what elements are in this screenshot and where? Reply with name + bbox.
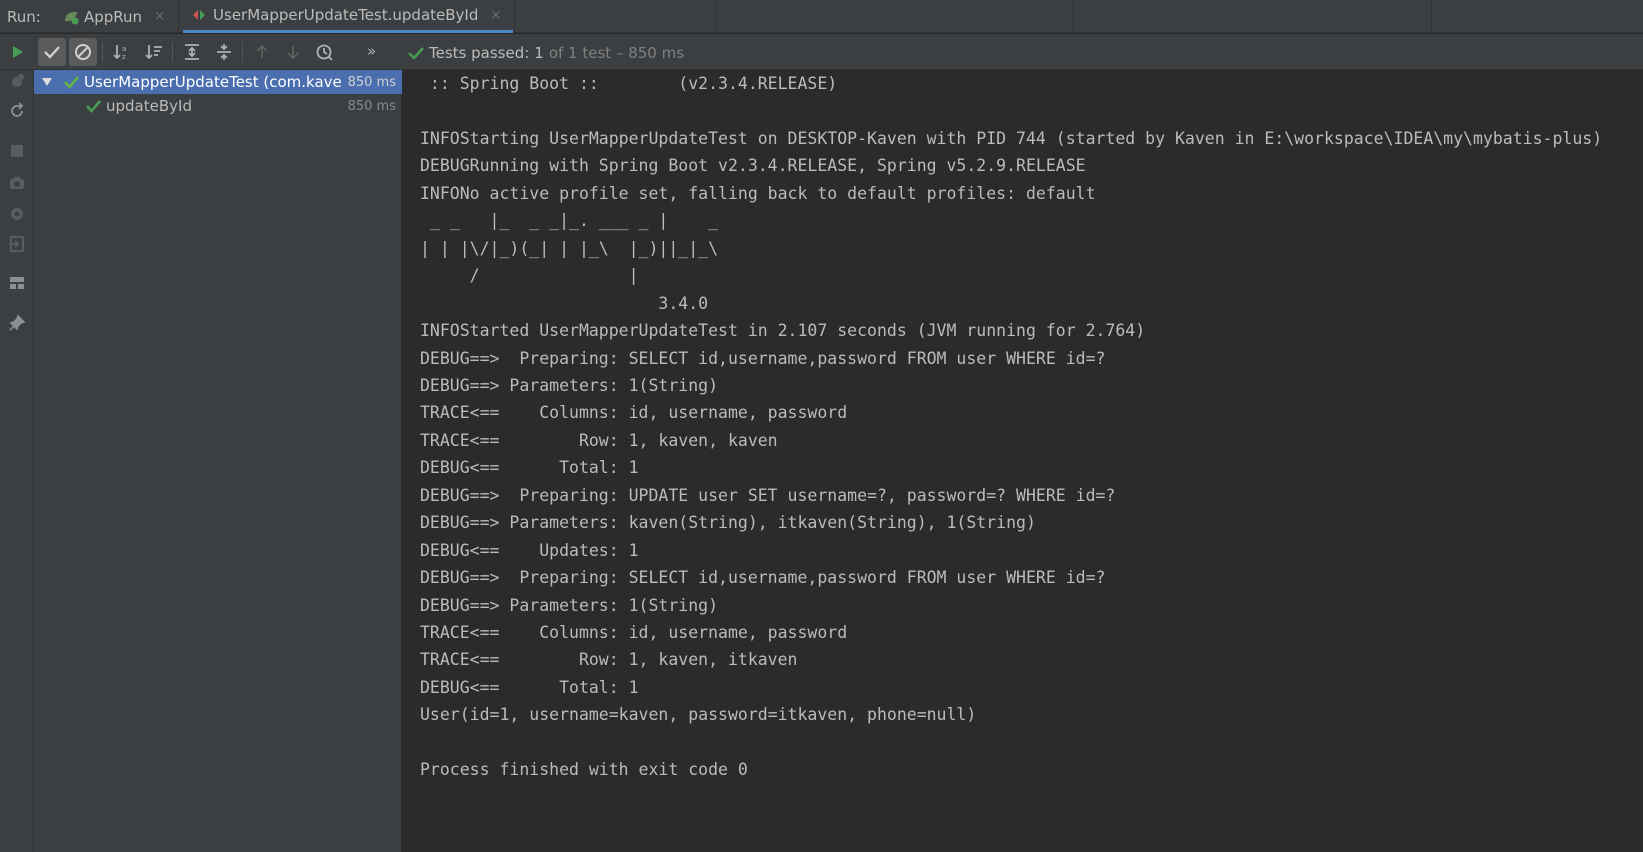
tab-apprun[interactable]: AppRun × [62,0,177,33]
console-line: DEBUG==> Preparing: UPDATE user SET user… [420,485,1116,505]
console-line: TRACE<== Columns: id, username, password [420,403,848,423]
previous-failed-button[interactable] [248,38,276,66]
tree-node-label: updateById [106,97,192,115]
console-line: INFOStarting UserMapperUpdateTest on DES… [420,128,1603,148]
console-line: Process finished with exit code 0 [420,760,748,780]
expand-all-button[interactable] [178,38,206,66]
status-passed-count: 1 [534,44,544,62]
console-line: / | [420,266,639,286]
clock-icon [316,44,333,61]
test-tree: UserMapperUpdateTest (com.kaver 850 ms u… [34,70,402,852]
console-line: DEBUG==> Parameters: kaven(String), itka… [420,513,1036,533]
console-line: DEBUG<== Total: 1 [420,458,639,478]
console-line: DEBUG<== Updates: 1 [420,540,639,560]
sort-by-duration-button[interactable] [140,38,168,66]
next-failed-button[interactable] [279,38,307,66]
close-icon[interactable]: × [154,9,165,24]
tree-node-updatebyid[interactable]: updateById 850 ms [34,94,402,118]
chevron-down-icon[interactable] [41,77,53,87]
expand-all-icon [185,44,199,60]
tab-usermapperupdatetest[interactable]: UserMapperUpdateTest.updateById × [183,0,513,33]
stop-icon[interactable] [8,142,26,160]
layout-icon[interactable] [8,274,26,292]
console-line: | | |\/|_)(_| | |_\ |_)||_|_\ [420,238,719,258]
tree-node-usermapperupdatetest[interactable]: UserMapperUpdateTest (com.kaver 850 ms [34,70,402,94]
more-actions-icon[interactable]: » [367,42,376,60]
collapse-all-button[interactable] [210,38,238,66]
tab-usermapperupdatetest-label: UserMapperUpdateTest.updateById [213,6,479,24]
arrow-down-icon [287,46,299,60]
passed-check-icon [86,99,101,113]
spring-run-icon [62,9,79,25]
test-toolbar: az » Tests passed: 1 of 1 test – 850 ms [0,34,1643,70]
tree-node-duration: 850 ms [347,74,396,90]
arrow-up-icon [256,44,268,58]
console-line: User(id=1, username=kaven, password=itka… [420,705,977,725]
run-tab-bar: Run: AppRun × UserMapperUpdateTest.updat… [0,0,1643,33]
rerun-button[interactable] [3,38,31,66]
console-line: TRACE<== Columns: id, username, password [420,623,848,642]
test-class-icon [191,7,207,23]
console-line: TRACE<== Row: 1, kaven, kaven [420,430,778,450]
passed-check-icon [408,47,424,60]
console-line: DEBUG==> Parameters: 1(String) [420,595,719,615]
checkmark-icon [44,46,60,59]
tree-node-duration: 850 ms [347,98,396,114]
pin-icon[interactable] [8,314,26,332]
play-icon [13,46,23,58]
test-status: Tests passed: 1 of 1 test – 850 ms [408,44,684,62]
console-line: _ _ |_ _ _|_. ___ _ | _ [420,211,719,231]
console-output[interactable]: :: Spring Boot :: (v2.3.4.RELEASE)INFOSt… [402,70,1643,852]
debug-icon[interactable] [8,72,26,90]
collapse-all-icon [217,44,231,60]
console-line: DEBUG<== Total: 1 [420,677,639,697]
tab-apprun-label: AppRun [84,7,143,26]
console-line: DEBUG==> Preparing: SELECT id,username,p… [420,568,1106,588]
sort-alphabetically-button[interactable]: az [108,38,136,66]
console-line: :: Spring Boot :: (v2.3.4.RELEASE) [420,74,838,93]
status-passed-label: Tests passed: [429,44,530,62]
console-line: DEBUGRunning with Spring Boot v2.3.4.REL… [420,156,1086,176]
camera-icon[interactable] [8,174,26,192]
rerun-failed-icon[interactable] [8,102,26,120]
close-icon[interactable]: × [490,8,501,23]
test-history-button[interactable] [311,38,339,66]
passed-check-icon [64,75,79,89]
sort-duration-icon [145,45,162,60]
svg-text:a: a [122,45,126,53]
sort-alpha-icon: az [113,45,126,61]
tree-node-label: UserMapperUpdateTest (com.kaver [84,73,342,91]
svg-text:z: z [122,53,126,61]
console-line: TRACE<== Row: 1, kaven, itkaven [420,650,798,670]
run-label: Run: [7,8,41,26]
status-total: of 1 test – 850 ms [548,44,685,62]
console-line: DEBUG==> Preparing: SELECT id,username,p… [420,348,1106,368]
console-line: INFONo active profile set, falling back … [420,183,1096,203]
settings-icon[interactable] [8,205,26,223]
console-line: DEBUG==> Parameters: 1(String) [420,375,719,395]
run-side-toolbar [0,70,34,852]
console-line: 3.4.0 [420,293,709,313]
console-line: INFOStarted UserMapperUpdateTest in 2.10… [420,321,1146,341]
show-ignored-toggle[interactable] [69,38,97,66]
import-icon[interactable] [8,235,26,253]
ignored-icon [75,44,91,60]
show-passed-toggle[interactable] [38,38,66,66]
